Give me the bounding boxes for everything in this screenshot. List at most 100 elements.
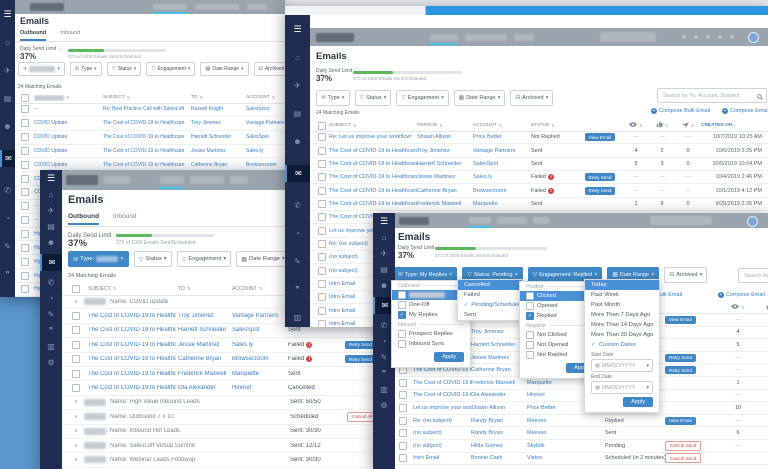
conversations-icon[interactable]: ❞ <box>285 285 310 294</box>
avatar[interactable] <box>747 216 758 227</box>
person-link[interactable]: Ola Alexander <box>471 392 527 398</box>
archived-filter-button[interactable]: ⊟Archived▾ <box>510 90 554 106</box>
table-row[interactable]: (no subject)Randy BryanMeeveoSent 6 4 <box>395 427 768 440</box>
person-link[interactable]: Randy Bryan <box>471 418 527 424</box>
group-caret-icon[interactable]: ∨ <box>72 414 80 420</box>
tab-inbound[interactable]: Inbound <box>113 213 137 225</box>
subject-link[interactable]: The Cost of COVID-19 to Healthcare <box>413 392 471 398</box>
dropdown-item[interactable]: Inbound Sync <box>392 339 470 349</box>
home-icon[interactable]: ⌂ <box>285 53 310 62</box>
subject-link[interactable]: The Cost of COVID-19 to Healthcare <box>88 385 176 391</box>
account-link[interactable]: Meeveo <box>527 430 605 436</box>
account-link[interactable]: Marquette <box>232 371 286 377</box>
cadence-cell[interactable]: COVID Update <box>34 148 100 154</box>
dropdown-item[interactable]: ✓ Pending/Scheduled <box>458 300 522 310</box>
cancel-send-button[interactable]: Cancel Send <box>665 440 702 451</box>
row-checkbox[interactable] <box>399 403 407 412</box>
table-row[interactable]: The Cost of COVID-19 to HealthcareFreder… <box>310 198 768 212</box>
table-row[interactable]: The Cost of COVID-19 to HealthcareOla Al… <box>62 381 376 396</box>
avatar[interactable] <box>748 32 759 43</box>
column-account[interactable]: ACCOUNT⇅ <box>246 95 275 101</box>
apply-button[interactable]: Apply <box>623 397 653 407</box>
conversations-icon[interactable]: ❞ <box>373 369 395 378</box>
person-link[interactable]: Jessie Martinez <box>417 174 473 180</box>
table-row[interactable]: The Cost of COVID-19 to HealthcareOla Al… <box>395 390 768 403</box>
subject-link[interactable]: The Cost of COVID-19 to Healthcare <box>413 367 471 373</box>
row-checkbox[interactable] <box>318 319 326 327</box>
search-icon[interactable] <box>757 87 763 105</box>
dropdown-item[interactable]: ✓ Custom Dates <box>585 340 659 350</box>
table-row[interactable]: The Cost of COVID-19 to HealthcareJessie… <box>310 171 768 185</box>
dropdown-item[interactable]: Today <box>585 280 659 290</box>
table-row[interactable]: ∨ Name: Webinar Leads Followup Sent: 30/30 <box>62 453 376 468</box>
person-link[interactable]: Shawn Allison <box>471 405 527 411</box>
end-date-input[interactable]: ▦ MM/DD/YYYY ▾ <box>591 381 653 394</box>
clear-filter-icon[interactable]: × <box>449 272 452 278</box>
clear-filter-icon[interactable]: × <box>651 272 654 278</box>
dropdown-item[interactable]: Failed <box>458 290 522 300</box>
row-checkbox[interactable] <box>399 429 407 438</box>
retry-send-button[interactable]: Retry Send <box>584 186 616 195</box>
column-account[interactable]: ACCOUNT⇅ <box>473 123 531 129</box>
analytics-icon[interactable]: ▥ <box>285 313 310 322</box>
cadence-cell[interactable]: COVID Update <box>34 134 100 140</box>
email-icon[interactable]: ✉ <box>285 164 310 182</box>
row-checkbox[interactable] <box>399 454 407 463</box>
row-checkbox[interactable] <box>21 230 29 239</box>
subject-link[interactable]: Re: Best Practice Call with SalesLoft <box>103 106 189 112</box>
search-input[interactable] <box>661 91 755 100</box>
edit-icon[interactable]: ✎ <box>0 242 15 251</box>
send-icon[interactable]: ✈ <box>285 81 310 90</box>
select-all-checkbox[interactable] <box>72 284 80 293</box>
subject-link[interactable]: The Cost of COVID-19 to Healthcare <box>103 120 189 126</box>
to-link[interactable]: Catherine Bryan <box>191 162 246 168</box>
table-row[interactable]: ∨ Name: SalesLoft Virtual Summit Sent: 12/… <box>62 439 376 454</box>
person-link[interactable]: Hilda Gomez <box>471 443 527 449</box>
group-caret-icon[interactable]: ∨ <box>72 428 80 434</box>
dropdown-item[interactable]: Past Week <box>585 290 659 300</box>
failed-icon[interactable]: ! <box>306 341 313 348</box>
row-checkbox[interactable] <box>21 188 29 197</box>
row-checkbox[interactable] <box>21 174 29 183</box>
retry-send-button[interactable]: Retry Send <box>665 366 696 375</box>
to-link[interactable]: Jessie Martinez <box>178 342 230 348</box>
table-row[interactable]: COVID Update The Cost of COVID-19 to Heal… <box>15 145 285 159</box>
subject-link[interactable]: The Cost of COVID-19 to Healthcare <box>88 313 176 319</box>
cadence-cell[interactable]: COVID Update <box>34 120 100 126</box>
to-link[interactable]: Russell Knight <box>191 106 246 112</box>
account-link[interactable]: SalesSpot <box>246 134 285 140</box>
row-checkbox[interactable] <box>21 146 29 155</box>
row-checkbox[interactable] <box>318 253 326 262</box>
to-link[interactable]: Jessie Martinez <box>191 148 246 154</box>
email-icon[interactable]: ✉ <box>40 253 62 271</box>
account-link[interactable]: Price Better <box>473 134 531 140</box>
table-row[interactable]: Intro EmailBonnie CashVistooScheduled (i… <box>395 453 768 466</box>
engagement-filter-button[interactable]: ▽ Engagement ▾ <box>146 62 196 76</box>
nav-icon[interactable] <box>730 35 734 39</box>
row-checkbox[interactable] <box>318 293 326 302</box>
column-subject[interactable]: SUBJECT⇅ <box>88 286 176 292</box>
status-filter-button[interactable]: ▽ Status ▾ <box>106 62 142 76</box>
item-checkbox[interactable] <box>526 292 534 300</box>
menu-icon[interactable]: ☰ <box>373 216 395 226</box>
type-filter-button[interactable]: ✉ Type ▾ <box>69 62 102 76</box>
subject-link[interactable]: Intro Email <box>413 455 471 461</box>
row-checkbox[interactable] <box>399 441 407 450</box>
dropdown-item[interactable]: More Than 7 Days Ago <box>585 310 659 320</box>
table-row[interactable]: The Cost of COVID-19 to HealthcareCather… <box>310 184 768 198</box>
to-link[interactable]: Catherine Bryan <box>178 356 230 362</box>
compose-bulk-email-link[interactable]: +Compose Bulk Email <box>651 108 710 114</box>
status-filter-button[interactable]: ▽ Status ▾ <box>133 251 172 267</box>
home-icon[interactable]: ⌂ <box>373 233 395 242</box>
column-account[interactable]: ACCOUNT⇅ <box>232 286 286 292</box>
tab-inbound[interactable]: Inbound <box>60 30 80 41</box>
column-replies[interactable]: ⇅ <box>675 121 701 130</box>
row-checkbox[interactable] <box>72 326 80 335</box>
dropdown-item[interactable]: More Than 30 Days Ago <box>585 330 659 340</box>
row-checkbox[interactable] <box>318 159 326 168</box>
type-filter-chip[interactable]: ✉ Type: × <box>68 251 129 267</box>
subject-link[interactable]: The Cost of COVID-19 to Healthcare <box>329 148 417 154</box>
dropdown-item[interactable]: Prospect Replies <box>392 329 470 339</box>
row-checkbox[interactable] <box>21 202 29 211</box>
phone-icon[interactable]: ✆ <box>40 278 62 287</box>
